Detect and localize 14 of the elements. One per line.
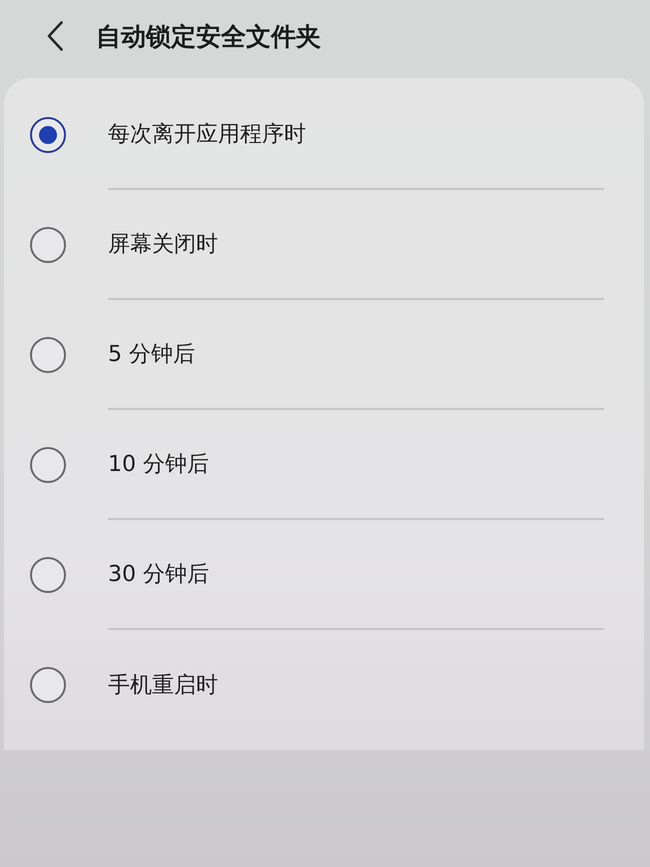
radio-button[interactable] xyxy=(30,227,66,263)
option-label: 每次离开应用程序时 xyxy=(108,121,306,149)
radio-button[interactable] xyxy=(30,447,66,483)
page-title: 自动锁定安全文件夹 xyxy=(96,20,321,52)
radio-button[interactable] xyxy=(30,667,66,703)
option-label: 5 分钟后 xyxy=(108,341,195,369)
radio-button[interactable] xyxy=(30,117,66,153)
option-label: 10 分钟后 xyxy=(108,451,209,479)
option-label: 手机重启时 xyxy=(108,672,218,700)
option-label: 屏幕关闭时 xyxy=(108,231,218,259)
radio-button[interactable] xyxy=(30,557,66,593)
back-icon[interactable] xyxy=(47,21,63,51)
radio-button[interactable] xyxy=(30,337,66,373)
option-label: 30 分钟后 xyxy=(108,561,209,589)
